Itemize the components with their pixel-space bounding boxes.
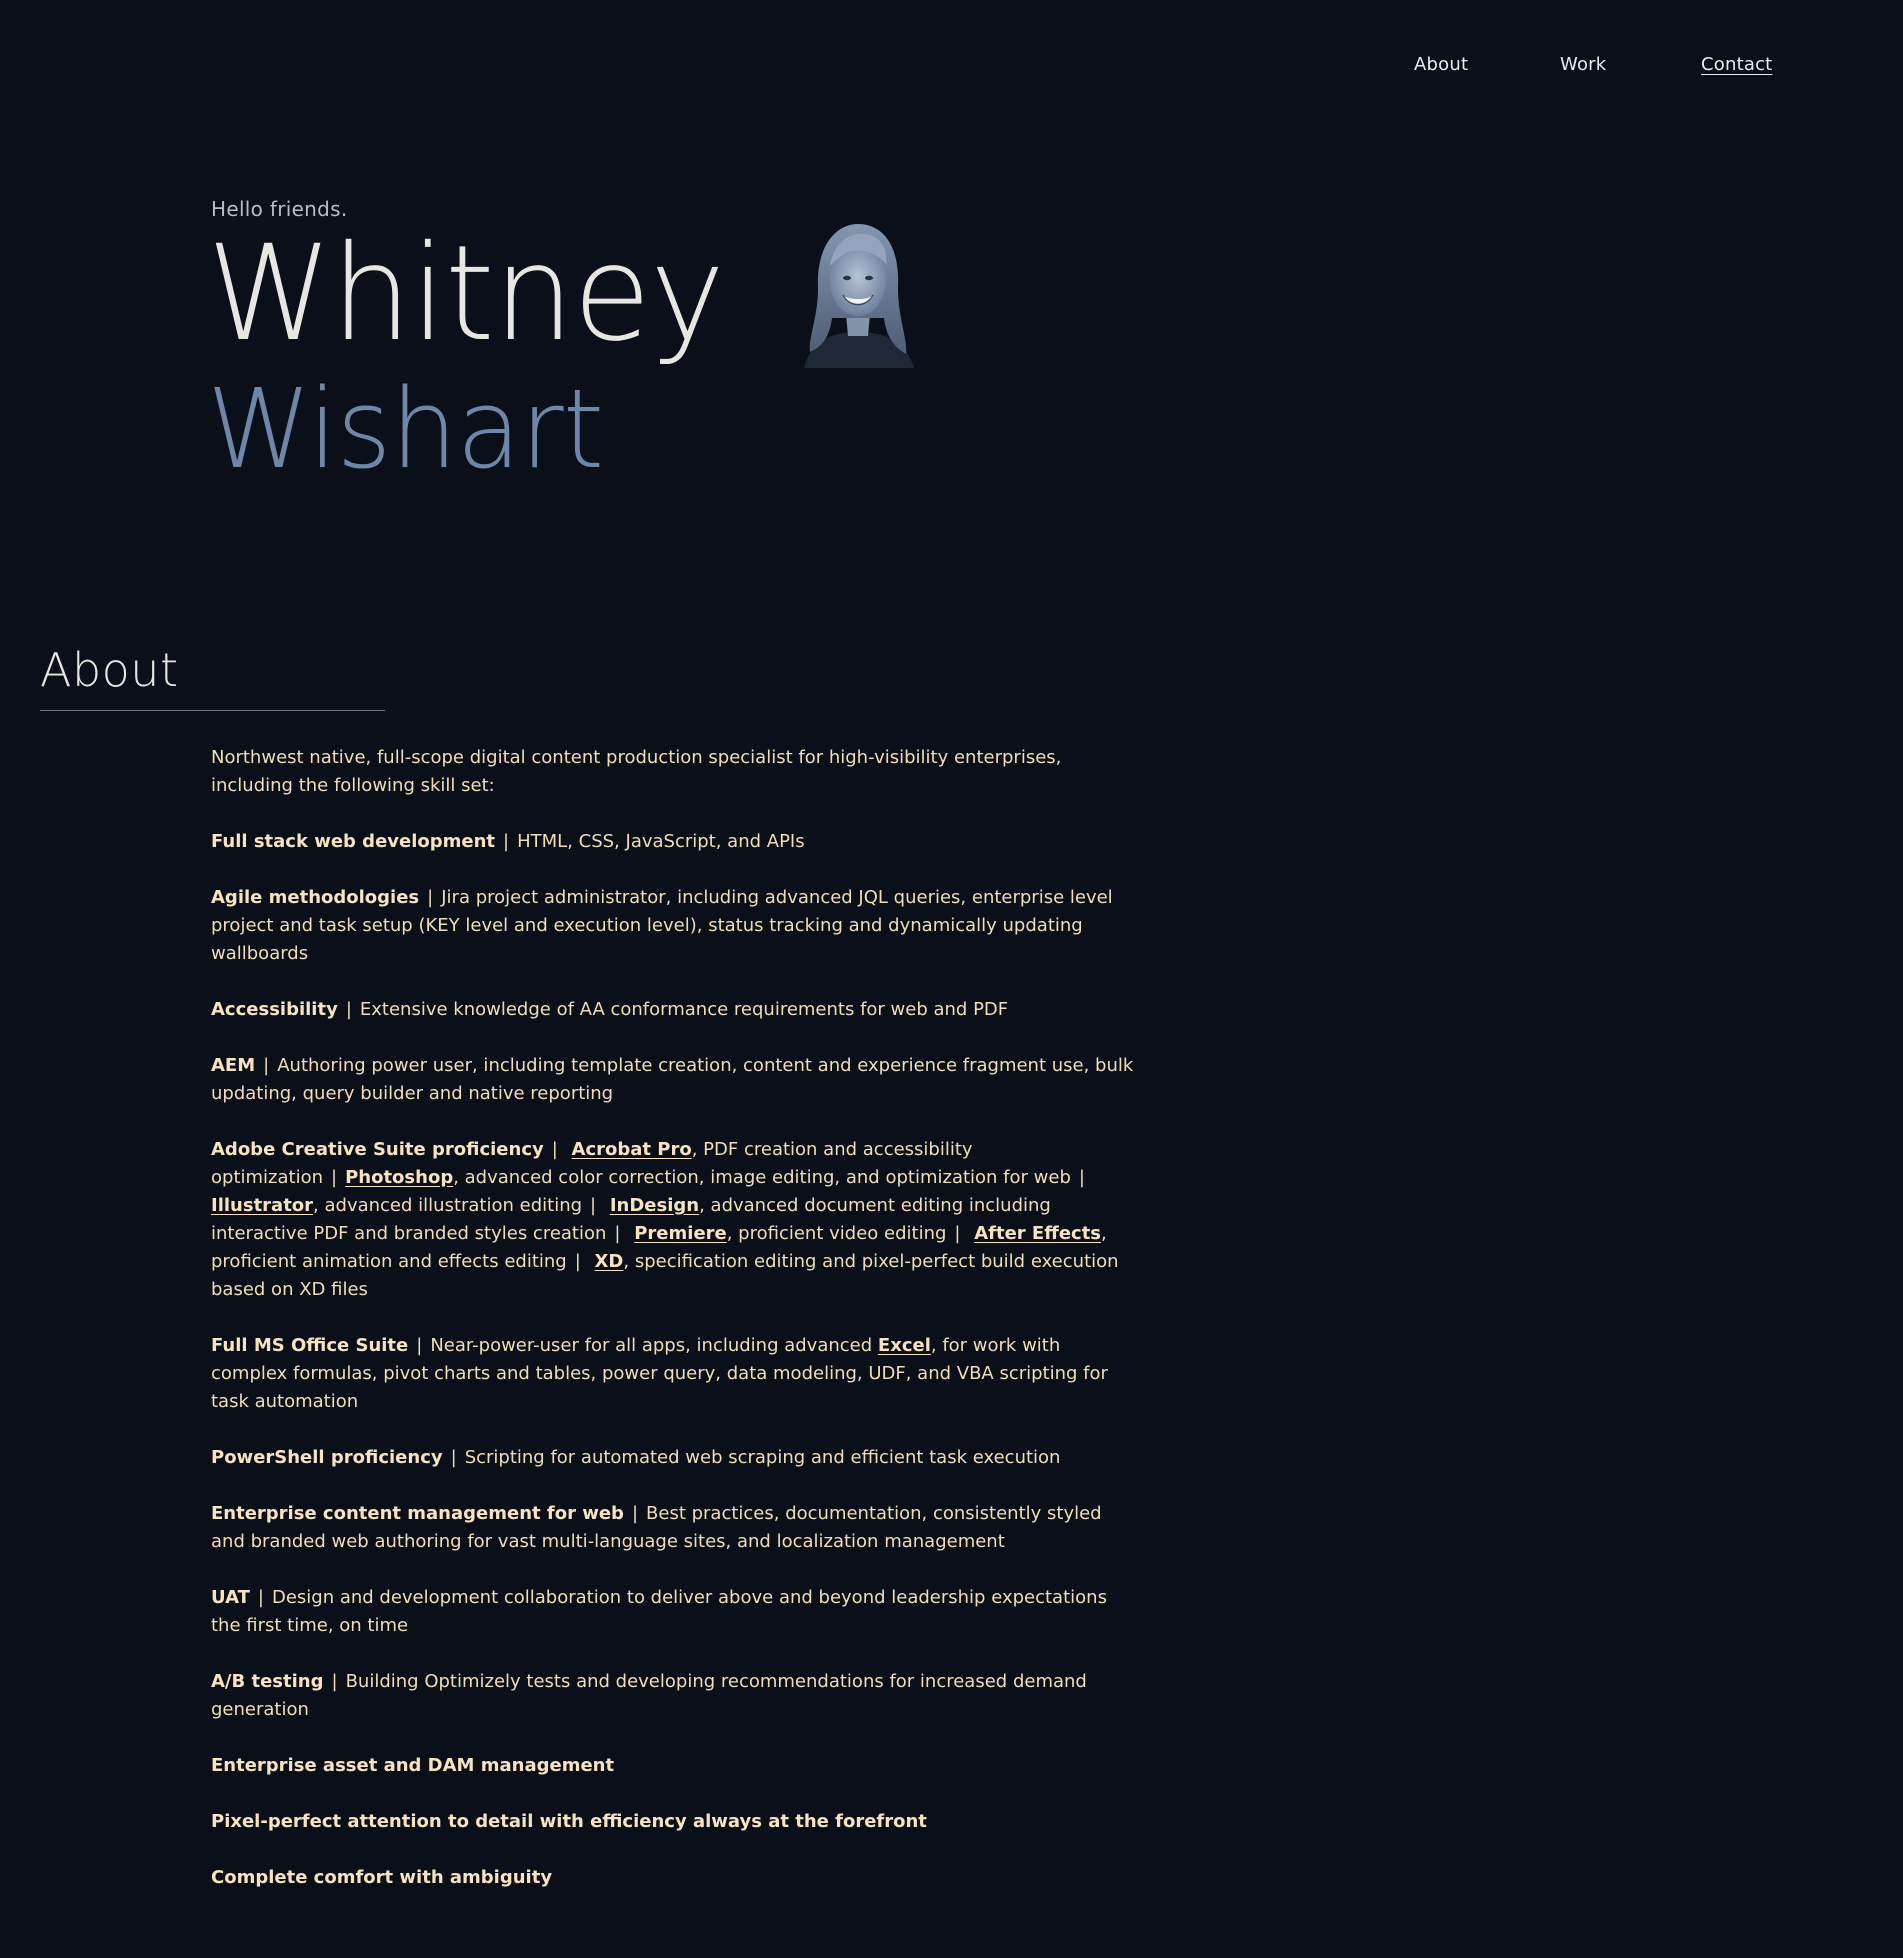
skill-title: Pixel-perfect attention to detail with e… (211, 1811, 927, 1832)
skill-item-accessibility: Accessibility | Extensive knowledge of AA … (211, 996, 1141, 1024)
separator: | (503, 831, 510, 852)
separator: | (331, 1167, 338, 1188)
separator: | (427, 887, 434, 908)
about-intro: Northwest native, full-scope digital con… (211, 747, 1062, 796)
premiere-link[interactable]: Premiere (634, 1223, 727, 1244)
first-name-heading: Whitney (207, 217, 725, 371)
skill-item-agile: Agile methodologies | Jira project adminis… (211, 884, 1141, 968)
skill-title: AEM (211, 1055, 256, 1076)
separator: | (345, 999, 352, 1020)
after-effects-link[interactable]: After Effects (974, 1223, 1101, 1244)
acrobat-link[interactable]: Acrobat Pro (572, 1139, 692, 1160)
skill-description: Extensive knowledge of AA conformance re… (359, 999, 1009, 1020)
xd-link[interactable]: XD (595, 1251, 624, 1272)
separator: | (551, 1139, 558, 1160)
photoshop-link[interactable]: Photoshop (345, 1167, 453, 1188)
indesign-link[interactable]: InDesign (610, 1195, 699, 1216)
skill-item-dam: Enterprise asset and DAM management (211, 1752, 1141, 1780)
about-divider (40, 710, 385, 711)
skill-item-ecm: Enterprise content management for web | Be… (211, 1500, 1141, 1556)
last-name-heading: Wishart (207, 365, 604, 493)
skill-title: Full MS Office Suite (211, 1335, 409, 1356)
separator: | (263, 1055, 270, 1076)
nav-link-work[interactable]: Work (1560, 54, 1606, 75)
skill-item-uat: UAT | Design and development collaboration… (211, 1584, 1141, 1640)
skill-title: Enterprise content management for web (211, 1503, 624, 1524)
skill-description: Authoring power user, including template… (211, 1055, 1134, 1104)
skill-description: , advanced color correction, image editi… (453, 1167, 1071, 1188)
excel-link[interactable]: Excel (878, 1335, 931, 1356)
skill-title: Complete comfort with ambiguity (211, 1867, 553, 1888)
separator: | (574, 1251, 581, 1272)
separator: | (954, 1223, 961, 1244)
separator: | (590, 1195, 597, 1216)
skill-title: Adobe Creative Suite proficiency (211, 1139, 544, 1160)
separator: | (614, 1223, 621, 1244)
separator: | (416, 1335, 423, 1356)
skill-title: Enterprise asset and DAM management (211, 1755, 615, 1776)
skill-item-powershell: PowerShell proficiency | Scripting for aut… (211, 1444, 1141, 1472)
about-body: Northwest native, full-scope digital con… (211, 744, 1141, 1920)
skill-title: Agile methodologies (211, 887, 420, 908)
skill-title: PowerShell proficiency (211, 1447, 443, 1468)
skill-description: , proficient video editing (726, 1223, 947, 1244)
separator: | (450, 1447, 457, 1468)
skill-description: Design and development collaboration to … (211, 1587, 1107, 1636)
skill-description: HTML, CSS, JavaScript, and APIs (517, 831, 805, 852)
skill-item-msoffice: Full MS Office Suite | Near-power-user for… (211, 1332, 1141, 1416)
skill-item-fullstack: Full stack web development | HTML, CSS, Ja… (211, 828, 1141, 856)
skill-item-pixel: Pixel-perfect attention to detail with e… (211, 1808, 1141, 1836)
skill-item-aem: AEM | Authoring power user, including temp… (211, 1052, 1141, 1108)
skill-title: Accessibility (211, 999, 338, 1020)
avatar-portrait (804, 224, 914, 368)
separator: | (331, 1671, 338, 1692)
illustrator-link[interactable]: Illustrator (211, 1195, 313, 1216)
separator: | (631, 1503, 639, 1524)
skill-title: Full stack web development (211, 831, 496, 852)
skill-title: A/B testing (211, 1671, 324, 1692)
skill-item-adobe: Adobe Creative Suite proficiency | Acroba… (211, 1136, 1141, 1304)
separator: | (1078, 1167, 1085, 1188)
nav-link-contact[interactable]: Contact (1701, 54, 1772, 75)
nav-link-about[interactable]: About (1414, 54, 1468, 75)
skill-description: , advanced illustration editing (313, 1195, 583, 1216)
about-heading: About (40, 643, 179, 697)
separator: | (257, 1587, 264, 1608)
top-nav: About Work Contact (0, 54, 1903, 84)
skill-description: Scripting for automated web scraping and… (464, 1447, 1061, 1468)
skill-item-abtesting: A/B testing | Building Optimizely tests an… (211, 1668, 1141, 1724)
skill-item-ambiguity: Complete comfort with ambiguity (211, 1864, 1141, 1892)
skill-description: Near-power-user for all apps, including … (430, 1335, 878, 1356)
skill-title: UAT (211, 1587, 250, 1608)
